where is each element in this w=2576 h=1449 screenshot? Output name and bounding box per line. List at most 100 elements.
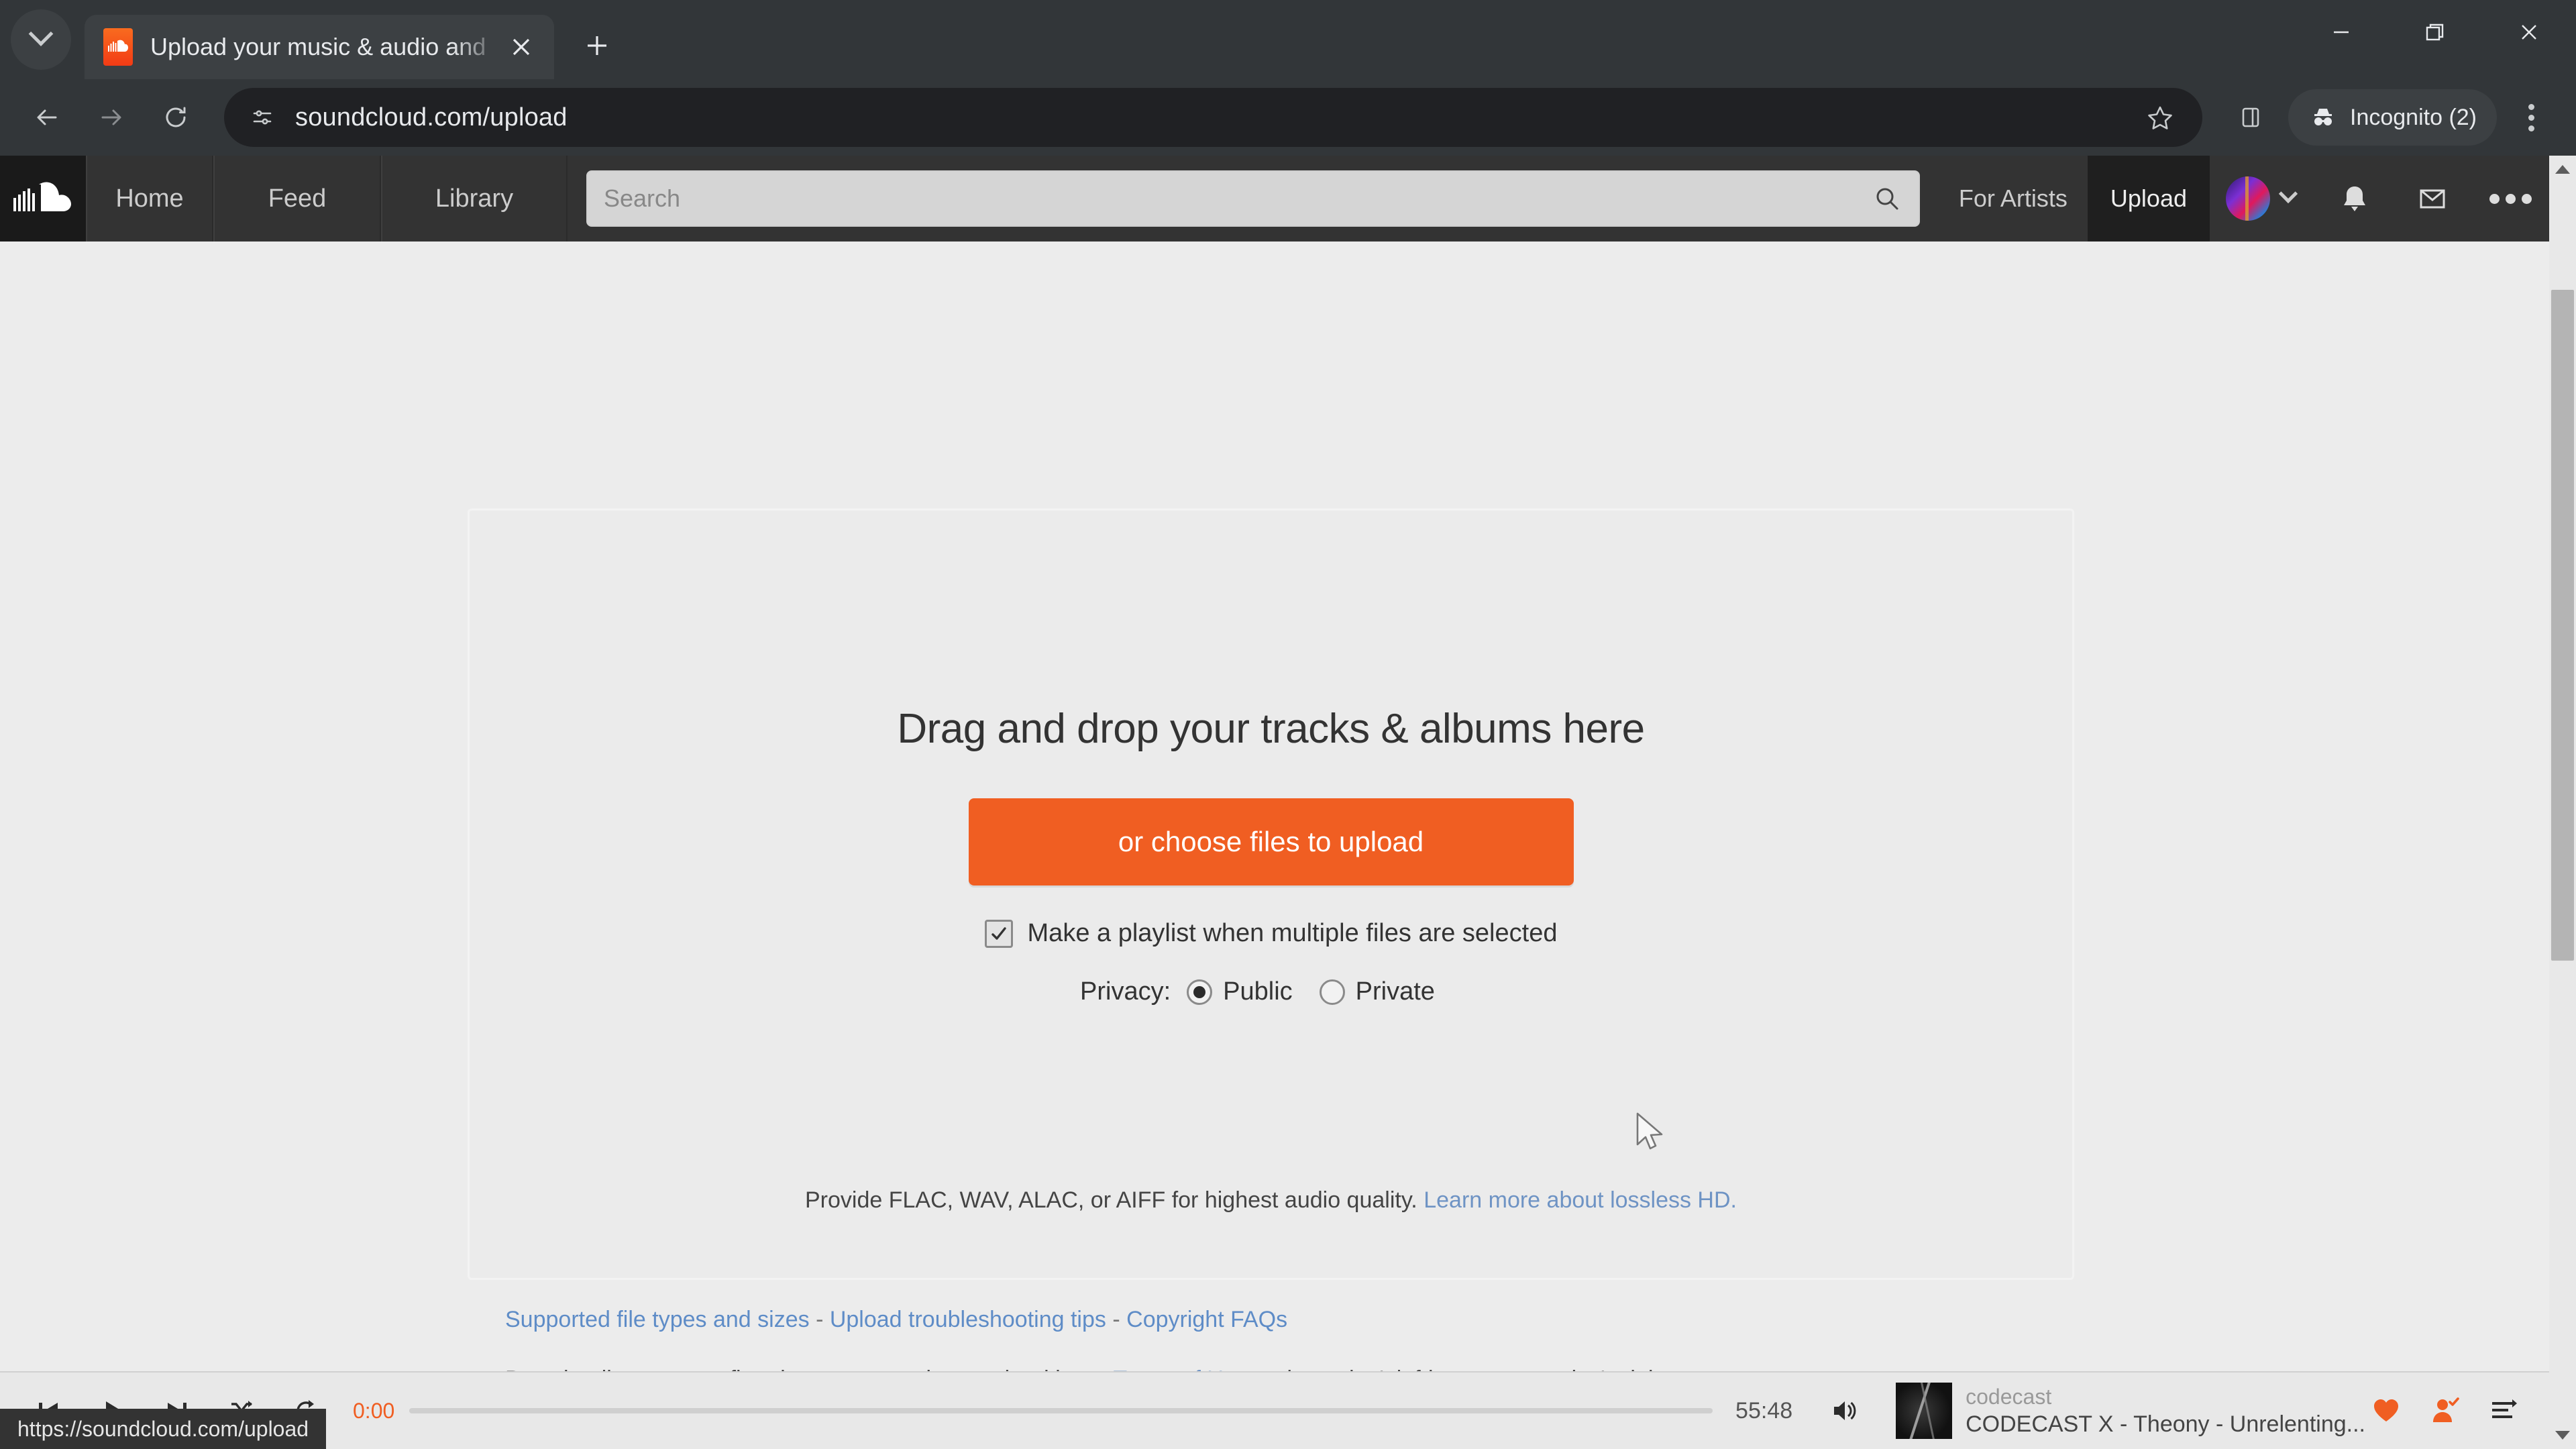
reload-button[interactable] — [144, 85, 208, 150]
privacy-private-label: Private — [1355, 977, 1435, 1006]
forward-button[interactable] — [79, 85, 144, 150]
for-artists-link[interactable]: For Artists — [1939, 156, 2088, 241]
user-menu[interactable] — [2210, 156, 2316, 241]
privacy-label: Privacy: — [1080, 977, 1171, 1006]
playlist-checkbox-row[interactable]: Make a playlist when multiple files are … — [984, 919, 1558, 948]
browser-menu-button[interactable] — [2501, 87, 2561, 148]
privacy-option-public[interactable]: Public — [1187, 977, 1293, 1006]
playlist-checkbox-label: Make a playlist when multiple files are … — [1027, 919, 1558, 947]
volume-button[interactable] — [1815, 1381, 1876, 1441]
like-button[interactable] — [2365, 1390, 2407, 1432]
scroll-down-arrow[interactable] — [2549, 182, 2576, 1440]
page-scrollbar[interactable] — [2549, 156, 2576, 1449]
header-right: For Artists Upload — [1939, 156, 2549, 241]
privacy-row: Privacy: Public Private — [1080, 977, 1462, 1006]
sidebar-item-library[interactable]: Library — [381, 156, 568, 241]
site-settings-icon[interactable] — [247, 102, 278, 133]
close-window-button[interactable] — [2482, 0, 2576, 64]
track-meta: codecast CODECAST X - Theony - Unrelenti… — [1966, 1383, 2365, 1439]
bell-icon — [2344, 186, 2365, 211]
url-text: soundcloud.com/upload — [295, 103, 568, 131]
upload-dropzone-card[interactable]: Drag and drop your tracks & albums here … — [468, 508, 2074, 1280]
scroll-up-arrow[interactable] — [2549, 156, 2576, 182]
window-controls — [2294, 0, 2576, 79]
browser-tab[interactable]: Upload your music & audio and — [85, 15, 554, 79]
track-artist[interactable]: codecast — [1966, 1383, 2365, 1410]
lossless-hd-link[interactable]: Learn more about lossless HD. — [1424, 1187, 1737, 1213]
upload-label: Upload — [2110, 184, 2187, 212]
site-header: Home Feed Library Search For Artists Upl… — [0, 156, 2549, 241]
soundcloud-page: Home Feed Library Search For Artists Upl… — [0, 156, 2549, 1449]
radio-private[interactable] — [1319, 979, 1345, 1005]
follow-button[interactable] — [2424, 1390, 2466, 1432]
scrollbar-thumb[interactable] — [2551, 290, 2574, 961]
back-button[interactable] — [15, 85, 79, 150]
maximize-button[interactable] — [2388, 0, 2482, 64]
arrow-left-icon — [37, 109, 57, 125]
radio-public[interactable] — [1187, 979, 1213, 1005]
address-bar[interactable]: soundcloud.com/upload — [224, 88, 2202, 147]
plus-icon — [588, 36, 606, 55]
dot-icon — [2489, 193, 2500, 204]
privacy-public-label: Public — [1223, 977, 1293, 1006]
soundcloud-logo-icon — [13, 182, 71, 211]
separator: - — [816, 1307, 824, 1332]
profile-incognito-button[interactable]: Incognito (2) — [2288, 89, 2497, 146]
choose-files-button[interactable]: or choose files to upload — [968, 798, 1574, 885]
chevron-down-icon — [28, 21, 54, 46]
minimize-button[interactable] — [2294, 0, 2388, 64]
tab-title: Upload your music & audio and — [150, 33, 486, 60]
search-container — [568, 156, 1939, 241]
copyright-faqs-link[interactable]: Copyright FAQs — [1126, 1307, 1287, 1332]
search-input[interactable] — [604, 184, 1872, 213]
playlist-checkbox[interactable] — [984, 919, 1013, 948]
search-box[interactable] — [586, 170, 1920, 227]
notifications-button[interactable] — [2316, 156, 2394, 241]
bookmark-star-icon[interactable] — [2137, 94, 2184, 141]
side-panel-icon — [2242, 107, 2259, 127]
checkmark-icon — [991, 926, 1006, 940]
status-bubble: https://soundcloud.com/upload — [0, 1409, 327, 1449]
volume-icon — [1834, 1401, 1856, 1420]
chevron-down-icon[interactable] — [2270, 180, 2306, 217]
profile-label: Incognito (2) — [2350, 104, 2477, 130]
page-title: Drag and drop your tracks & albums here — [897, 706, 1645, 752]
more-options-button[interactable] — [2471, 156, 2549, 241]
browser-toolbar: soundcloud.com/upload Incognito (2) — [0, 79, 2576, 156]
soundcloud-logo[interactable] — [0, 156, 86, 241]
upload-troubleshooting-link[interactable]: Upload troubleshooting tips — [830, 1307, 1106, 1332]
follow-icon — [2433, 1397, 2459, 1422]
side-panel-button[interactable] — [2218, 85, 2283, 150]
heart-icon — [2374, 1399, 2398, 1421]
dot-icon — [2505, 193, 2516, 204]
page-content: Drag and drop your tracks & albums here … — [0, 241, 2549, 1449]
queue-icon — [2492, 1399, 2517, 1418]
track-artwork[interactable] — [1896, 1383, 1953, 1439]
duration: 55:48 — [1735, 1397, 1793, 1424]
new-tab-button[interactable] — [572, 20, 623, 71]
messages-button[interactable] — [2394, 156, 2471, 241]
privacy-option-private[interactable]: Private — [1319, 977, 1435, 1006]
supported-file-types-link[interactable]: Supported file types and sizes — [505, 1307, 810, 1332]
close-icon — [2522, 25, 2536, 40]
player-actions — [2365, 1390, 2533, 1432]
sidebar-item-feed[interactable]: Feed — [213, 156, 381, 241]
queue-button[interactable] — [2483, 1390, 2525, 1432]
dot-icon — [2521, 193, 2532, 204]
quality-note: Provide FLAC, WAV, ALAC, or AIFF for hig… — [805, 1187, 1737, 1214]
nav-label-feed: Feed — [268, 184, 327, 213]
minimize-icon — [2334, 31, 2349, 34]
mail-icon — [2420, 189, 2445, 209]
arrow-right-icon — [101, 109, 121, 125]
sidebar-item-home[interactable]: Home — [86, 156, 213, 241]
upload-nav-link[interactable]: Upload — [2087, 156, 2210, 241]
tab-search-button[interactable] — [11, 9, 71, 70]
search-icon[interactable] — [1872, 183, 1902, 214]
track-title[interactable]: CODECAST X - Theony - Unrelenting... — [1966, 1410, 2365, 1439]
dot-icon — [2528, 125, 2534, 131]
progress-bar[interactable] — [409, 1408, 1713, 1413]
dot-icon — [2528, 114, 2534, 121]
incognito-icon — [2314, 109, 2332, 125]
avatar[interactable] — [2226, 176, 2270, 221]
close-icon[interactable] — [502, 28, 541, 66]
